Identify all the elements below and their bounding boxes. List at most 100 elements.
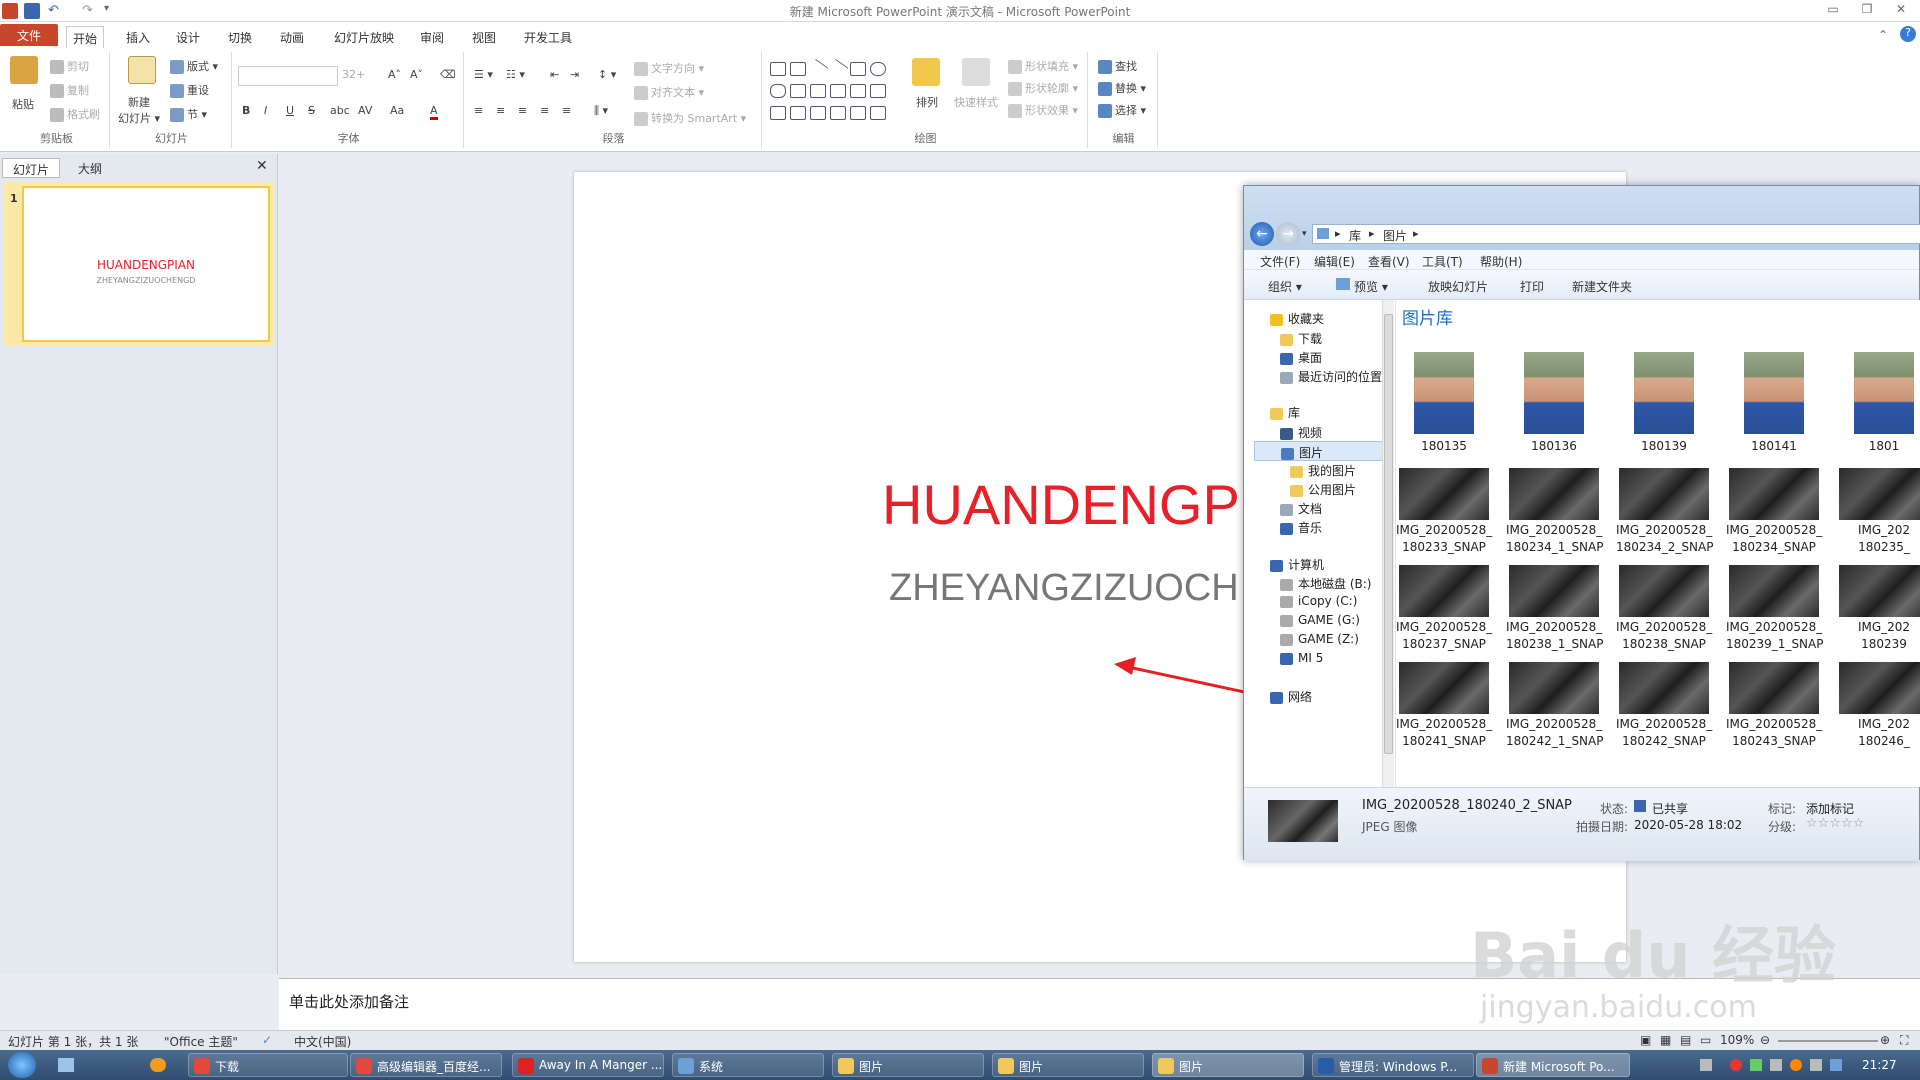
chrome-icon-2 (356, 1058, 372, 1074)
organize-button[interactable]: 组织 ▾ (1268, 278, 1302, 295)
history-dropdown-icon[interactable]: ▾ (1302, 229, 1307, 239)
tray-display-icon[interactable] (1830, 1059, 1842, 1071)
file-thumbnail (1729, 662, 1819, 714)
theme-status[interactable]: "Office 主题" (164, 1033, 238, 1050)
file-item[interactable]: IMG_20200528_ 180237_SNAP (1396, 565, 1492, 653)
file-item[interactable]: IMG_202 180246_ (1836, 662, 1920, 750)
file-item[interactable]: IMG_202 180239 (1836, 565, 1920, 653)
portrait-file-3[interactable]: 180139 (1616, 352, 1712, 455)
details-date-label: 拍摄日期: (1576, 820, 1629, 834)
nav-drive-g[interactable]: GAME (G:) (1280, 613, 1360, 627)
nav-drive-z[interactable]: GAME (Z:) (1280, 632, 1359, 646)
file-item[interactable]: IMG_20200528_ 180234_SNAP (1726, 468, 1822, 556)
slideshow-button[interactable]: 放映幻灯片 (1428, 278, 1488, 295)
menu-tools[interactable]: 工具(T) (1422, 253, 1463, 270)
forward-icon[interactable]: → (1276, 222, 1300, 246)
menu-edit[interactable]: 编辑(E) (1314, 253, 1355, 270)
tray-browser-icon[interactable] (1790, 1059, 1802, 1071)
file-item[interactable]: IMG_20200528_ 180242_SNAP (1616, 662, 1712, 750)
menu-view[interactable]: 查看(V) (1368, 253, 1410, 270)
file-item[interactable]: IMG_20200528_ 180243_SNAP (1726, 662, 1822, 750)
nav-recent[interactable]: 最近访问的位置 (1280, 368, 1382, 385)
tray-flag-icon[interactable] (1810, 1059, 1822, 1071)
nav-documents[interactable]: 文档 (1280, 500, 1322, 517)
nav-scrollbar-thumb[interactable] (1384, 314, 1393, 754)
tray-app-icon[interactable] (1730, 1059, 1742, 1071)
details-tag-value[interactable]: 添加标记 (1806, 800, 1854, 817)
preview-button[interactable]: 预览 ▾ (1354, 278, 1388, 295)
nav-videos[interactable]: 视频 (1280, 424, 1322, 441)
fit-slide-icon[interactable]: ⛶ (1900, 1033, 1908, 1048)
print-button[interactable]: 打印 (1520, 278, 1544, 295)
zoom-slider[interactable] (1778, 1040, 1878, 1042)
nav-music[interactable]: 音乐 (1280, 519, 1322, 536)
language-status[interactable]: 中文(中国) (294, 1033, 351, 1050)
sorter-view-icon[interactable]: ▦ (1660, 1033, 1671, 1047)
file-item[interactable]: IMG_20200528_ 180238_SNAP (1616, 565, 1712, 653)
file-thumbnail (1509, 468, 1599, 520)
tray-keyboard-icon[interactable] (1700, 1059, 1712, 1071)
breadcrumb-library[interactable]: 库 (1349, 227, 1361, 244)
menu-help[interactable]: 帮助(H) (1480, 253, 1522, 270)
zoom-level[interactable]: 109% (1720, 1033, 1754, 1047)
nav-drive-c[interactable]: iCopy (C:) (1280, 594, 1357, 608)
file-item[interactable]: IMG_202 180235_ (1836, 468, 1920, 556)
menu-file[interactable]: 文件(F) (1260, 253, 1300, 270)
back-icon[interactable]: ← (1250, 222, 1274, 246)
nav-public-pictures[interactable]: 公用图片 (1290, 481, 1356, 498)
shared-users-icon (1634, 800, 1646, 812)
nav-my-pictures[interactable]: 我的图片 (1290, 462, 1356, 479)
firefox-icon[interactable] (150, 1058, 166, 1072)
file-item[interactable]: IMG_20200528_ 180234_2_SNAP (1616, 468, 1713, 556)
nav-downloads[interactable]: 下载 (1280, 330, 1322, 347)
normal-view-icon[interactable]: ▣ (1640, 1033, 1651, 1047)
zoom-in-icon[interactable]: ⊕ (1880, 1033, 1890, 1047)
file-thumbnail (1399, 565, 1489, 617)
computer-icon (1270, 559, 1283, 572)
portrait-file-1[interactable]: 180135 (1396, 352, 1492, 455)
taskbar-system[interactable]: 系统 (672, 1053, 824, 1077)
new-folder-button[interactable]: 新建文件夹 (1572, 278, 1632, 295)
nav-pictures[interactable]: 图片 (1254, 441, 1384, 461)
taskbar-pictures-2[interactable]: 图片 (992, 1053, 1144, 1077)
zoom-out-icon[interactable]: ⊖ (1760, 1033, 1770, 1047)
nav-favorites[interactable]: 收藏夹 (1270, 310, 1324, 327)
breadcrumb-pictures[interactable]: 图片 (1383, 227, 1407, 244)
taskbar-pictures-1[interactable]: 图片 (832, 1053, 984, 1077)
portrait-file-5[interactable]: 1801 (1836, 352, 1920, 455)
start-button[interactable] (8, 1052, 36, 1078)
taskbar-powershell[interactable]: 管理员: Windows P... (1312, 1053, 1474, 1077)
file-item[interactable]: IMG_20200528_ 180238_1_SNAP (1506, 565, 1603, 653)
file-item[interactable]: IMG_20200528_ 180241_SNAP (1396, 662, 1492, 750)
nav-network[interactable]: 网络 (1270, 688, 1312, 705)
address-bar[interactable]: ▸ 库 ▸ 图片 ▸ (1312, 224, 1920, 244)
portrait-file-4[interactable]: 180141 (1726, 352, 1822, 455)
file-item[interactable]: IMG_20200528_ 180233_SNAP (1396, 468, 1492, 556)
tray-network-icon[interactable] (1750, 1059, 1762, 1071)
slideshow-view-icon[interactable]: ▭ (1700, 1033, 1711, 1047)
taskbar-powerpoint[interactable]: 新建 Microsoft Po... (1476, 1053, 1630, 1077)
taskbar-baidu-editor[interactable]: 高级编辑器_百度经... (350, 1053, 502, 1077)
nav-scrollbar[interactable] (1382, 300, 1394, 787)
portrait-thumbnail-5 (1854, 352, 1914, 434)
taskbar-downloads[interactable]: 下载 (188, 1053, 348, 1077)
taskbar-pictures-3[interactable]: 图片 (1152, 1053, 1304, 1077)
documents-icon (1280, 503, 1293, 516)
nav-drive-b[interactable]: 本地磁盘 (B:) (1280, 575, 1371, 592)
rating-stars[interactable]: ☆☆☆☆☆ (1806, 816, 1864, 831)
explorer-window[interactable]: ← → ▾ ▸ 库 ▸ 图片 ▸ 文件(F) 编辑(E) 查看(V) 工具(T)… (1243, 185, 1920, 861)
reading-view-icon[interactable]: ▤ (1680, 1033, 1691, 1047)
file-item[interactable]: IMG_20200528_ 180239_1_SNAP (1726, 565, 1823, 653)
portrait-file-2[interactable]: 180136 (1506, 352, 1602, 455)
file-item[interactable]: IMG_20200528_ 180242_1_SNAP (1506, 662, 1603, 750)
nav-mi5[interactable]: MI 5 (1280, 651, 1323, 665)
taskbar-music[interactable]: Away In A Manger ... (512, 1053, 664, 1077)
spellcheck-icon[interactable]: ✓ (262, 1033, 272, 1047)
nav-libraries[interactable]: 库 (1270, 404, 1300, 421)
nav-computer[interactable]: 计算机 (1270, 556, 1324, 573)
nav-desktop[interactable]: 桌面 (1280, 349, 1322, 366)
show-desktop-icon[interactable] (58, 1058, 74, 1072)
file-item[interactable]: IMG_20200528_ 180234_1_SNAP (1506, 468, 1603, 556)
tray-volume-icon[interactable] (1770, 1059, 1782, 1071)
clock[interactable]: 21:27 (1862, 1058, 1897, 1072)
